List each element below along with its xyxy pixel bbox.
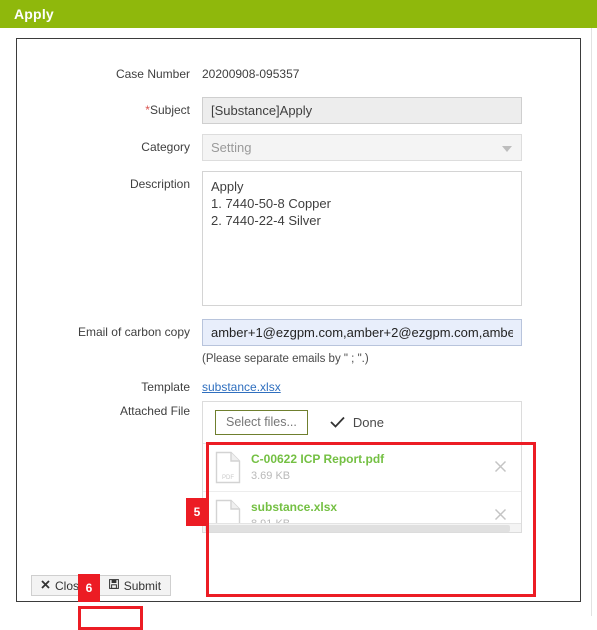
form-footer: Close Submit — [16, 570, 581, 602]
page-title: Apply — [14, 6, 54, 22]
file-size: 3.69 KB — [251, 470, 291, 482]
done-label: Done — [352, 415, 384, 430]
subject-field — [202, 97, 580, 124]
template-download-link[interactable]: substance.xlsx — [202, 380, 281, 394]
email-cc-input[interactable] — [202, 319, 522, 346]
description-field: Apply 1. 7440-50-8 Copper 2. 7440-22-4 S… — [202, 171, 580, 309]
annotation-outline-submit — [78, 606, 143, 630]
description-textarea[interactable]: Apply 1. 7440-50-8 Copper 2. 7440-22-4 S… — [202, 171, 522, 306]
app-header-bar: Apply — [0, 0, 597, 28]
field-row-template: Template substance.xlsx — [17, 377, 580, 397]
subject-input[interactable] — [202, 97, 522, 124]
attached-file-field: Select files... Done PDF C-00622 ICP Rep… — [202, 401, 580, 533]
close-icon[interactable] — [490, 460, 511, 476]
svg-text:PDF: PDF — [222, 475, 234, 481]
category-field: Setting — [202, 134, 580, 161]
case-number-value: 20200908-095357 — [202, 67, 300, 81]
field-row-attached-file: Attached File Select files... Done PDF C… — [17, 401, 580, 533]
template-field: substance.xlsx — [202, 377, 580, 397]
file-pdf-icon: PDF — [215, 451, 241, 484]
field-row-case-number: Case Number 20200908-095357 — [17, 61, 580, 87]
page-body: Case Number 20200908-095357 *Subject Cat… — [0, 28, 597, 630]
template-label: Template — [141, 380, 190, 394]
category-selected-value: Setting — [211, 140, 252, 155]
email-cc-field: (Please separate emails by " ; ".) — [202, 319, 580, 367]
category-select[interactable]: Setting — [202, 134, 522, 161]
attachment-scrollbar-thumb[interactable] — [205, 525, 511, 532]
field-row-subject: *Subject — [17, 97, 580, 124]
x-icon — [41, 579, 50, 592]
annotation-badge-5: 5 — [186, 498, 208, 526]
attachment-toolbar: Select files... Done — [203, 402, 521, 444]
subject-label-text: Subject — [149, 103, 190, 117]
chevron-down-icon — [502, 146, 512, 152]
subject-label: *Subject — [17, 97, 202, 123]
apply-form-panel: Case Number 20200908-095357 *Subject Cat… — [16, 38, 581, 602]
done-button[interactable]: Done — [330, 415, 384, 430]
save-floppy-icon — [108, 579, 119, 592]
case-number-label: Case Number — [115, 67, 190, 81]
close-icon[interactable] — [490, 508, 511, 524]
attachment-widget: Select files... Done PDF C-00622 ICP Rep… — [202, 401, 522, 533]
field-row-category: Category Setting — [17, 134, 580, 161]
select-files-button[interactable]: Select files... — [215, 410, 308, 435]
attachment-box: Select files... Done PDF C-00622 ICP Rep… — [202, 401, 522, 533]
email-cc-hint: (Please separate emails by " ; ".) — [202, 353, 369, 365]
attachment-list-item: PDF C-00622 ICP Report.pdf 3.69 KB — [203, 444, 521, 492]
submit-button-label: Submit — [123, 578, 162, 593]
attached-file-label: Attached File — [119, 404, 190, 418]
page-vertical-scrollbar[interactable] — [591, 28, 597, 616]
file-name[interactable]: substance.xlsx — [251, 500, 337, 514]
case-number-field: 20200908-095357 — [202, 61, 580, 87]
check-icon — [330, 416, 345, 430]
attachment-horizontal-scrollbar[interactable] — [203, 523, 521, 532]
apply-form: Case Number 20200908-095357 *Subject Cat… — [17, 39, 580, 533]
field-row-description: Description Apply 1. 7440-50-8 Copper 2.… — [17, 171, 580, 309]
file-meta: C-00622 ICP Report.pdf 3.69 KB — [251, 452, 490, 483]
file-name[interactable]: C-00622 ICP Report.pdf — [251, 452, 384, 466]
submit-button[interactable]: Submit — [98, 575, 172, 596]
field-row-email-cc: Email of carbon copy (Please separate em… — [17, 319, 580, 367]
annotation-badge-6: 6 — [78, 574, 100, 602]
email-cc-label: Email of carbon copy — [77, 325, 190, 339]
category-label: Category — [141, 140, 190, 154]
description-label: Description — [129, 177, 190, 191]
